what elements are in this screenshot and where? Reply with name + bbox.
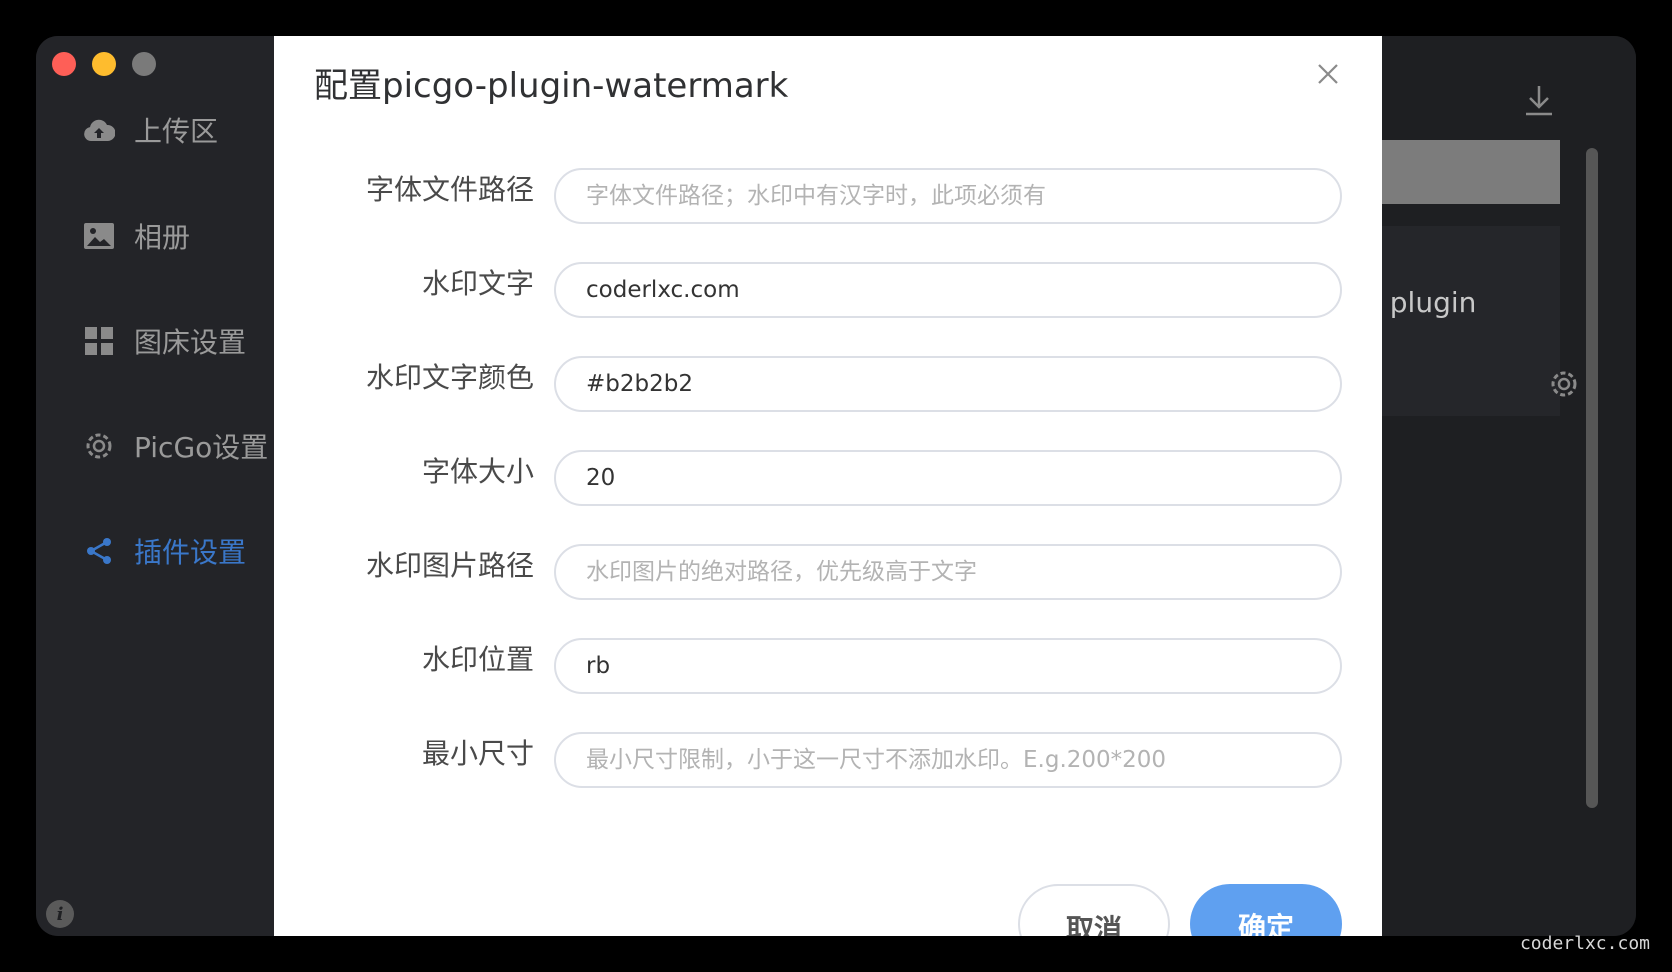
grid-icon [82, 324, 116, 358]
field-label: 水印图片路径 [365, 549, 534, 582]
scrollbar[interactable] [1586, 148, 1598, 808]
field-label: 水印位置 [421, 643, 534, 676]
sidebar-item-upload[interactable]: 上传区 [82, 110, 218, 150]
minimize-window-button[interactable] [92, 52, 116, 76]
position-input[interactable] [554, 638, 1342, 694]
field-label: 最小尺寸 [421, 737, 534, 770]
form-row-image-path: 水印图片路径 [274, 544, 1382, 600]
text-color-input[interactable] [554, 356, 1342, 412]
sidebar-item-label: 上传区 [134, 115, 219, 148]
share-icon [82, 534, 116, 568]
cloud-upload-icon [82, 113, 116, 147]
sidebar-item-picgo-settings[interactable]: PicGo设置 [82, 426, 268, 466]
sidebar-item-label: PicGo设置 [134, 431, 269, 464]
image-icon [82, 219, 116, 253]
form-row-font-size: 字体大小 [274, 450, 1382, 506]
field-label: 水印文字颜色 [365, 361, 534, 394]
sidebar-item-gallery[interactable]: 相册 [82, 216, 190, 256]
form-row-font-path: 字体文件路径 [274, 168, 1382, 224]
sidebar-item-label: 相册 [134, 221, 191, 254]
min-size-input[interactable] [554, 732, 1342, 788]
info-icon[interactable]: i [46, 900, 74, 928]
close-icon[interactable] [1314, 60, 1342, 88]
watermark-text: coderlxc.com [1519, 933, 1650, 954]
plugin-search-input[interactable] [1360, 140, 1560, 204]
font-path-input[interactable] [554, 168, 1342, 224]
field-label: 水印文字 [421, 267, 534, 300]
dialog-title: 配置picgo-plugin-watermark [314, 66, 789, 106]
field-label: 字体大小 [421, 455, 534, 488]
sidebar: 上传区 相册 图床设置 PicGo设置 插件设置 i [36, 36, 274, 936]
sidebar-item-label: 图床设置 [134, 326, 247, 359]
sidebar-item-plugin-settings[interactable]: 插件设置 [82, 531, 246, 571]
gear-icon [82, 429, 116, 463]
zoom-window-button[interactable] [132, 52, 156, 76]
plugin-settings-gear-icon[interactable] [1548, 368, 1580, 400]
form-row-text-color: 水印文字颜色 [274, 356, 1382, 412]
cancel-button[interactable]: 取消 [1018, 884, 1170, 936]
image-path-input[interactable] [554, 544, 1342, 600]
download-icon[interactable] [1524, 84, 1554, 116]
form-row-position: 水印位置 [274, 638, 1382, 694]
form-row-min-size: 最小尺寸 [274, 732, 1382, 788]
close-window-button[interactable] [52, 52, 76, 76]
plugin-config-dialog: 配置picgo-plugin-watermark 字体文件路径 水印文字 水印文… [274, 36, 1382, 936]
form-row-watermark-text: 水印文字 [274, 262, 1382, 318]
font-size-input[interactable] [554, 450, 1342, 506]
confirm-button[interactable]: 确定 [1190, 884, 1342, 936]
watermark-text-input[interactable] [554, 262, 1342, 318]
sidebar-item-label: 插件设置 [134, 536, 247, 569]
field-label: 字体文件路径 [365, 173, 534, 206]
sidebar-item-picbed-settings[interactable]: 图床设置 [82, 321, 246, 361]
